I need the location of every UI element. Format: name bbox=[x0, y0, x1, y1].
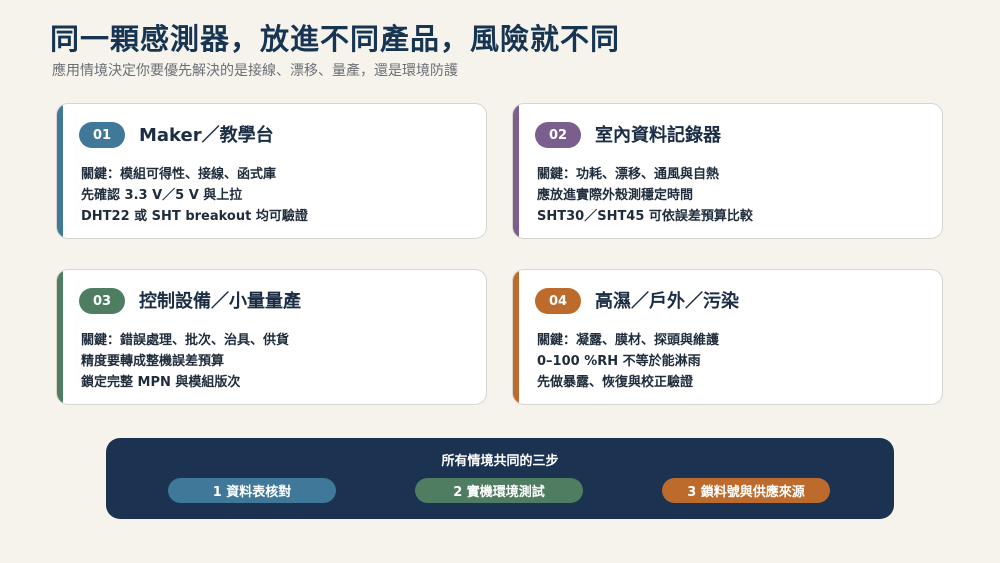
card-line: 先做暴露、恢復與校正驗證 bbox=[537, 375, 694, 390]
card-line: 應放進實際外殼測穩定時間 bbox=[537, 188, 694, 203]
card-line: 精度要轉成整機誤差預算 bbox=[81, 354, 225, 369]
card-control-equipment: 03 控制設備／小量量產 關鍵：錯誤處理、批次、治具、供貨 精度要轉成整機誤差預… bbox=[56, 269, 487, 405]
card-maker: 01 Maker／教學台 關鍵：模組可得性、接線、函式庫 先確認 3.3 V／5… bbox=[56, 103, 487, 239]
page-title: 同一顆感測器，放進不同產品，風險就不同 bbox=[50, 22, 621, 56]
card-line: 關鍵：模組可得性、接線、函式庫 bbox=[81, 167, 277, 182]
common-steps-panel: 所有情境共同的三步 1 資料表核對 2 實機環境測試 3 鎖料號與供應來源 bbox=[106, 438, 894, 519]
card-line: DHT22 或 SHT breakout 均可驗證 bbox=[81, 209, 308, 224]
step-pill-lock-part: 3 鎖料號與供應來源 bbox=[662, 478, 830, 503]
card-line: SHT30／SHT45 可依誤差預算比較 bbox=[537, 209, 753, 224]
card-badge: 04 bbox=[535, 288, 581, 314]
page-subtitle: 應用情境決定你要優先解決的是接線、漂移、量產，還是環境防護 bbox=[52, 63, 458, 79]
step-pill-datasheet: 1 資料表核對 bbox=[168, 478, 336, 503]
card-title: 高濕／戶外／污染 bbox=[595, 291, 739, 312]
card-line: 鎖定完整 MPN 與模組版次 bbox=[81, 375, 241, 390]
card-line: 關鍵：功耗、漂移、通風與自熱 bbox=[537, 167, 720, 182]
card-line: 關鍵：錯誤處理、批次、治具、供貨 bbox=[81, 333, 290, 348]
card-line: 0–100 %RH 不等於能淋雨 bbox=[537, 354, 701, 369]
common-steps-title: 所有情境共同的三步 bbox=[441, 454, 559, 469]
card-accent-bar bbox=[513, 270, 519, 404]
card-line: 先確認 3.3 V／5 V 與上拉 bbox=[81, 188, 243, 203]
card-title: Maker／教學台 bbox=[139, 125, 274, 146]
card-title: 控制設備／小量量產 bbox=[139, 291, 301, 312]
card-indoor-logger: 02 室內資料記錄器 關鍵：功耗、漂移、通風與自熱 應放進實際外殼測穩定時間 S… bbox=[512, 103, 943, 239]
card-badge: 02 bbox=[535, 122, 581, 148]
card-badge: 01 bbox=[79, 122, 125, 148]
step-pill-field-test: 2 實機環境測試 bbox=[415, 478, 583, 503]
card-accent-bar bbox=[57, 270, 63, 404]
card-accent-bar bbox=[513, 104, 519, 238]
card-title: 室內資料記錄器 bbox=[595, 125, 721, 146]
card-harsh-environment: 04 高濕／戶外／污染 關鍵：凝露、膜材、探頭與維護 0–100 %RH 不等於… bbox=[512, 269, 943, 405]
card-badge: 03 bbox=[79, 288, 125, 314]
card-accent-bar bbox=[57, 104, 63, 238]
card-line: 關鍵：凝露、膜材、探頭與維護 bbox=[537, 333, 720, 348]
